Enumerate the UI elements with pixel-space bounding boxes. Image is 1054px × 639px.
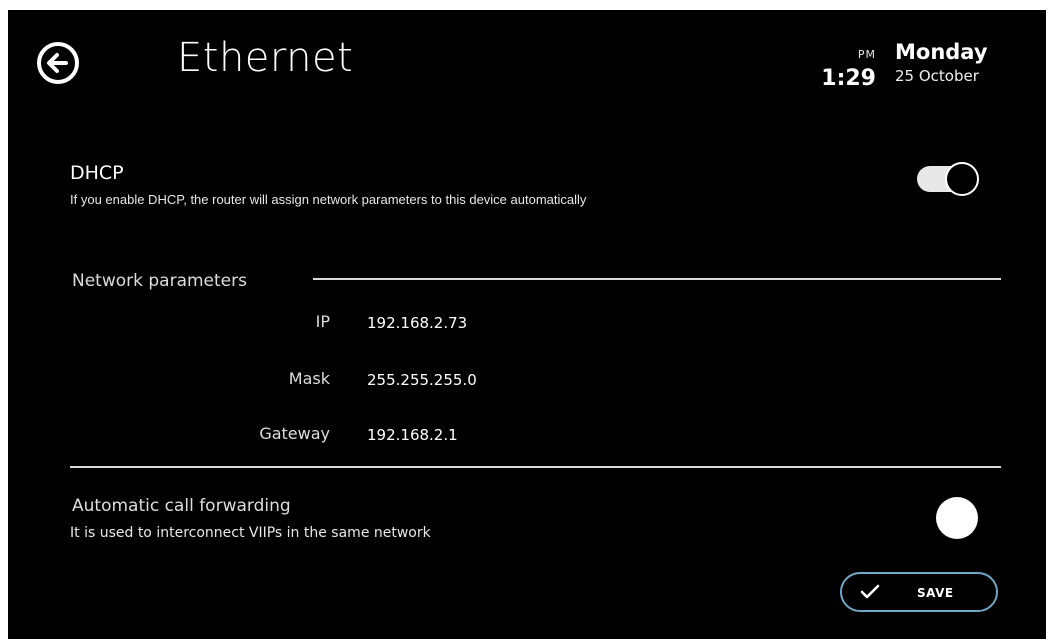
checkmark-icon <box>860 584 880 599</box>
arrow-left-circle-icon <box>37 42 79 84</box>
save-button[interactable]: SAVE <box>840 572 998 612</box>
date-display: Monday 25 October <box>895 40 1015 85</box>
toggle-knob <box>945 162 979 196</box>
back-button[interactable] <box>36 41 80 85</box>
ethernet-settings-screen: Ethernet PM 1:29 Monday 25 October DHCP … <box>8 10 1046 639</box>
date-month: 25 October <box>895 67 979 86</box>
gateway-value: 192.168.2.1 <box>367 426 458 444</box>
gateway-label: Gateway <box>259 424 330 443</box>
section-divider <box>70 466 1001 468</box>
date-day: Monday <box>895 40 988 64</box>
network-parameters-label: Network parameters <box>72 271 247 291</box>
section-divider <box>313 278 1001 280</box>
toggle-knob <box>936 497 978 539</box>
mask-label: Mask <box>288 369 330 388</box>
clock-time: 1:29 <box>821 66 876 91</box>
clock-ampm: PM <box>857 48 876 61</box>
ip-value: 192.168.2.73 <box>367 314 468 332</box>
page-title: Ethernet <box>177 35 354 81</box>
dhcp-toggle[interactable] <box>917 162 981 196</box>
clock: PM 1:29 <box>808 42 898 102</box>
mask-value: 255.255.255.0 <box>367 371 477 389</box>
save-button-label: SAVE <box>917 586 954 600</box>
call-forwarding-title: Automatic call forwarding <box>72 496 291 516</box>
dhcp-description: If you enable DHCP, the router will assi… <box>70 192 587 207</box>
dhcp-title: DHCP <box>70 162 124 184</box>
call-forwarding-toggle[interactable] <box>935 496 979 540</box>
ip-label: IP <box>315 312 330 331</box>
call-forwarding-description: It is used to interconnect VIIPs in the … <box>70 525 431 541</box>
